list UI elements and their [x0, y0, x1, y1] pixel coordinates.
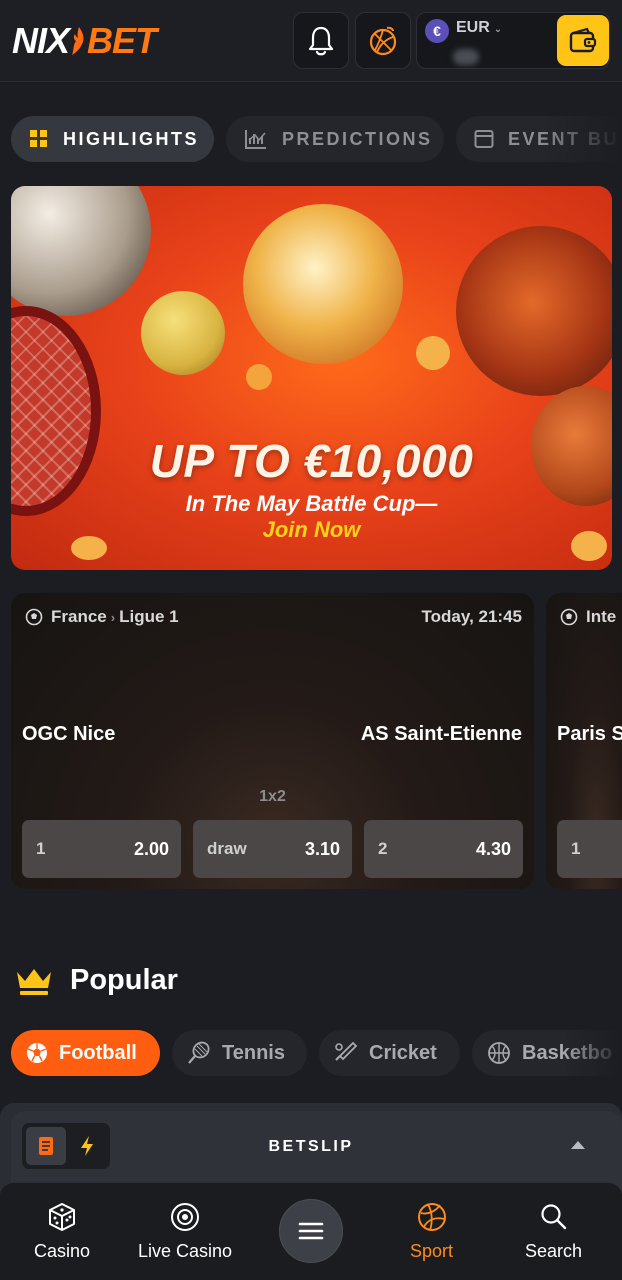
cricket-icon	[333, 1040, 359, 1066]
home-team: Paris S	[557, 723, 622, 745]
section-tabs: HIGHLIGHTS PREDICTIONS EVENT BU	[0, 116, 622, 164]
football-image	[11, 186, 151, 316]
event-country: France	[51, 607, 107, 626]
caret-up-icon[interactable]	[571, 1141, 585, 1149]
breadcrumb-separator: ›	[110, 609, 116, 625]
sport-chip-cricket[interactable]: Cricket	[319, 1030, 460, 1076]
crown-icon	[17, 968, 51, 995]
chevron-down-icon: ⌄	[493, 24, 503, 35]
betslip-title: BETSLIP	[268, 1138, 354, 1155]
calendar-icon	[474, 129, 494, 149]
logo[interactable]: NIX BET	[12, 20, 157, 62]
search-icon	[539, 1201, 569, 1233]
tab-predictions[interactable]: PREDICTIONS	[226, 116, 444, 162]
odd-value: 3.10	[304, 838, 340, 859]
event-league: France › Ligue 1	[25, 607, 179, 627]
event-league-name: Inte	[586, 607, 617, 626]
tennis-icon	[186, 1040, 212, 1066]
odd-label: draw	[207, 839, 247, 858]
football-icon	[560, 608, 578, 626]
popular-title: Popular	[70, 964, 178, 996]
logo-text-left: NIX	[12, 20, 70, 61]
promo-button[interactable]	[355, 12, 411, 69]
balance-amount-hidden	[453, 49, 479, 65]
nav-live-casino[interactable]: Live Casino	[138, 1201, 232, 1262]
wallet-button[interactable]	[557, 15, 609, 66]
tab-label: PREDICTIONS	[282, 128, 433, 149]
banner-title: UP TO €10,000	[149, 435, 474, 487]
flame-icon	[72, 27, 84, 55]
market-name: 1x2	[259, 788, 286, 805]
banner-subtitle: In The May Battle Cup—	[185, 491, 438, 516]
odd-label: 2	[378, 839, 388, 858]
chip-label: Tennis	[222, 1041, 285, 1064]
currency-label: EUR	[456, 19, 490, 36]
nav-label: Search	[525, 1241, 583, 1261]
chip-label: Cricket	[369, 1041, 437, 1064]
chips-fade	[562, 1030, 622, 1078]
odd-value: 2.00	[133, 838, 169, 859]
odd-button-draw[interactable]: draw 3.10	[193, 820, 352, 878]
chart-icon	[244, 128, 268, 150]
odd-label: 1	[571, 839, 581, 858]
nav-label: Live Casino	[138, 1241, 233, 1261]
tab-highlights[interactable]: HIGHLIGHTS	[11, 116, 214, 162]
currency-dropdown[interactable]: EUR ⌄	[456, 19, 502, 37]
odd-button-away[interactable]: 2 4.30	[364, 820, 523, 878]
odd-button-home[interactable]: 1 2.00	[22, 820, 181, 878]
betslip-panel: BETSLIP	[0, 1103, 622, 1193]
notifications-button[interactable]	[293, 12, 349, 69]
sport-chip-tennis[interactable]: Tennis	[172, 1030, 307, 1076]
nav-sport[interactable]: Sport	[410, 1201, 453, 1262]
bottom-navigation: Casino Live Casino Sport Search	[0, 1182, 622, 1280]
coin-image-2	[416, 336, 450, 370]
betslip-bar[interactable]: BETSLIP	[11, 1111, 622, 1191]
basketball-icon	[486, 1040, 512, 1066]
event-card[interactable]: Inte Paris S 1	[546, 593, 622, 889]
odd-label: 1	[36, 839, 46, 858]
nav-label: Sport	[410, 1241, 454, 1261]
odd-button-home[interactable]: 1	[557, 820, 622, 878]
tennis-ball-image	[141, 291, 225, 375]
football-icon	[25, 608, 43, 626]
banner-cta[interactable]: Join Now	[11, 517, 612, 543]
away-team: AS Saint-Etienne	[360, 723, 522, 745]
basketball-image	[456, 226, 612, 396]
event-card[interactable]: France › Ligue 1 Today, 21:45 OGC Nice A…	[11, 593, 534, 889]
logo-text-right: BET	[87, 20, 157, 61]
header: NIX BET € EUR ⌄	[0, 0, 622, 82]
volleyball-image	[243, 204, 403, 364]
chip-icon	[169, 1201, 201, 1233]
home-team: OGC Nice	[22, 723, 116, 745]
hamburger-icon	[298, 1222, 324, 1240]
nav-search[interactable]: Search	[525, 1201, 582, 1262]
bell-icon	[308, 26, 334, 55]
tabs-fade	[542, 116, 622, 164]
popular-header: Popular	[14, 964, 178, 997]
sport-ball-icon	[416, 1201, 448, 1233]
nav-label: Casino	[34, 1241, 91, 1261]
promo-banner[interactable]: UP TO €10,000 In The May Battle Cup— Joi…	[11, 186, 612, 570]
sport-chip-football[interactable]: Football	[11, 1030, 160, 1076]
chip-label: Football	[59, 1041, 137, 1064]
event-time: Today, 21:45	[421, 607, 522, 626]
dice-icon	[46, 1201, 78, 1233]
event-league: Inte	[560, 607, 616, 627]
event-league-name: Ligue 1	[119, 607, 179, 626]
odd-value: 4.30	[475, 838, 511, 859]
tab-label: HIGHLIGHTS	[63, 128, 199, 149]
coin-image	[246, 364, 272, 390]
grid-icon	[29, 129, 49, 149]
menu-button[interactable]	[279, 1199, 343, 1263]
football-icon	[25, 1041, 49, 1065]
nav-casino[interactable]: Casino	[34, 1201, 90, 1262]
currency-badge: €	[425, 19, 449, 43]
orange-ball-icon	[369, 26, 397, 55]
wallet-icon	[569, 27, 597, 52]
